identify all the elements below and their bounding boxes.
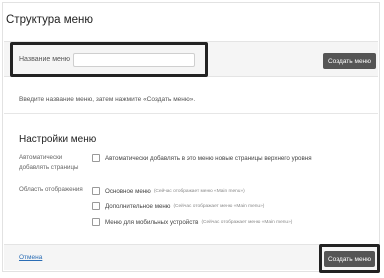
location-checkbox-mobile[interactable]	[92, 218, 100, 226]
location-name-primary: Основное меню	[105, 187, 151, 195]
auto-add-checkbox[interactable]	[92, 154, 100, 162]
menu-name-input[interactable]	[73, 53, 195, 67]
instruction-text: Введите название меню, затем нажмите «Со…	[19, 96, 196, 103]
location-checkbox-secondary[interactable]	[92, 202, 100, 210]
location-hint-secondary: (Сейчас отображает меню «Main menu»)	[173, 203, 265, 209]
location-name-mobile: Меню для мобильных устройств	[105, 218, 199, 226]
create-menu-button-top[interactable]: Создать меню	[323, 53, 376, 69]
location-checkbox-primary[interactable]	[92, 187, 100, 195]
page-title: Структура меню	[6, 14, 94, 26]
auto-add-option-label: Автоматически добавлять в это меню новые…	[105, 154, 312, 162]
settings-heading: Настройки меню	[19, 134, 97, 145]
location-hint-mobile: (Сейчас отображает меню «Main menu»)	[201, 219, 293, 225]
cancel-link[interactable]: Отмена	[19, 254, 42, 261]
create-menu-button-bottom[interactable]: Создать меню	[324, 251, 375, 267]
display-location-label: Область отображения	[19, 186, 83, 193]
section-divider	[4, 113, 378, 114]
menu-name-label: Название меню	[19, 56, 71, 63]
location-option-secondary[interactable]: Дополнительное меню (Сейчас отображает м…	[92, 201, 264, 211]
auto-add-option[interactable]: Автоматически добавлять в это меню новые…	[92, 153, 312, 163]
auto-add-label: Автоматически добавлять страницы	[19, 154, 79, 171]
location-name-secondary: Дополнительное меню	[105, 202, 171, 210]
location-option-mobile[interactable]: Меню для мобильных устройств (Сейчас ото…	[92, 217, 292, 227]
location-option-primary[interactable]: Основное меню (Сейчас отображает меню «M…	[92, 186, 245, 196]
location-hint-primary: (Сейчас отображает меню «Main menu»)	[153, 188, 245, 194]
